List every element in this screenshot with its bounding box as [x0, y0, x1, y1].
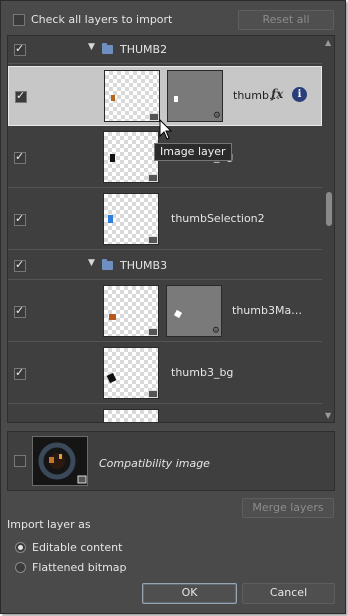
layer-checkbox[interactable] [14, 212, 26, 226]
mask-content [174, 96, 178, 102]
layer-group-row[interactable]: ▼ THUMB2 [8, 36, 322, 64]
image-layer-badge-icon [148, 236, 158, 244]
layer-thumbnail [103, 285, 159, 337]
layer-thumbnail [104, 70, 160, 122]
expand-arrow-icon[interactable]: ▼ [88, 42, 95, 52]
layer-checkbox[interactable] [14, 150, 26, 164]
merge-layers-button[interactable]: Merge layers [242, 498, 334, 518]
arrow-cursor-icon [159, 119, 173, 140]
thumbnail-content [109, 314, 116, 320]
tooltip: Image layer [154, 143, 232, 161]
image-layer-badge-icon [148, 174, 158, 182]
compatibility-label: Compatibility image [99, 457, 210, 470]
layer-checkbox[interactable] [14, 258, 26, 272]
group-name: THUMB2 [120, 43, 168, 56]
import-dialog: Check all layers to import Reset all ▼ T… [0, 0, 346, 614]
folder-icon [102, 43, 113, 54]
layer-row[interactable]: ⚙ thumb3Ma… [8, 282, 322, 342]
layer-checkbox[interactable] [14, 42, 26, 56]
layer-checkbox[interactable] [15, 89, 27, 103]
layer-name: thumbSelection2 [171, 212, 265, 225]
flattened-bitmap-radio[interactable] [15, 562, 26, 573]
mask-content [173, 309, 183, 319]
layer-row[interactable]: thumbSelection2 [8, 190, 322, 250]
image-layer-badge-icon [148, 328, 158, 336]
layer-thumbnail [103, 131, 159, 183]
thumbnail-content [108, 215, 113, 223]
mask-thumbnail: ⚙ [166, 285, 222, 337]
gear-icon: ⚙ [211, 326, 220, 336]
thumbnail-content [110, 154, 115, 162]
info-icon[interactable]: i [292, 87, 307, 102]
flattened-bitmap-label[interactable]: Flattened bitmap [32, 561, 127, 574]
check-all-checkbox[interactable] [13, 14, 25, 26]
thumbnail-content [106, 372, 117, 384]
thumbnail-content [111, 95, 115, 101]
expand-arrow-icon[interactable]: ▼ [88, 258, 95, 268]
layer-checkbox[interactable] [14, 304, 26, 318]
layer-thumbnail [103, 409, 159, 422]
layer-thumbnail [103, 193, 159, 245]
layer-group-row[interactable]: ▼ THUMB3 [8, 252, 322, 280]
fx-icon[interactable]: fx [271, 87, 283, 101]
folder-icon [102, 259, 113, 270]
ok-button[interactable]: OK [142, 583, 237, 604]
list-scrollbar[interactable]: ▲ ▼ [324, 36, 334, 422]
header-bar: Check all layers to import Reset all [7, 7, 337, 33]
layer-row[interactable]: thumb3_bg [8, 344, 322, 404]
scroll-up-arrow-icon[interactable]: ▲ [325, 38, 331, 47]
mask-thumbnail: ⚙ [167, 70, 223, 122]
cancel-button[interactable]: Cancel [242, 583, 335, 604]
editable-content-label[interactable]: Editable content [32, 541, 122, 554]
layer-name: thumb3_bg [171, 366, 234, 379]
layer-row-selected[interactable]: ⚙ thumb… fx i [8, 66, 322, 126]
image-layer-badge-icon [148, 390, 158, 398]
check-all-label: Check all layers to import [31, 13, 173, 26]
compatibility-image-row[interactable]: Compatibility image [7, 431, 335, 491]
reset-all-button[interactable]: Reset all [238, 10, 334, 30]
layer-row[interactable] [8, 406, 322, 422]
scroll-thumb[interactable] [326, 192, 332, 226]
compatibility-checkbox[interactable] [14, 455, 26, 467]
import-layer-as-label: Import layer as [7, 518, 91, 531]
image-layer-badge-icon [149, 113, 159, 121]
compatibility-preview-image [38, 442, 87, 484]
gear-icon: ⚙ [212, 111, 221, 121]
layer-thumbnail [103, 347, 159, 399]
scroll-down-arrow-icon[interactable]: ▼ [325, 411, 331, 420]
layer-list: ▼ THUMB2 ⚙ thumb… fx i [7, 35, 335, 423]
editable-content-radio[interactable] [15, 542, 26, 553]
layer-checkbox[interactable] [14, 366, 26, 380]
group-name: THUMB3 [120, 259, 168, 272]
layer-name: thumb3Ma… [232, 304, 303, 317]
compatibility-thumbnail [32, 436, 88, 486]
